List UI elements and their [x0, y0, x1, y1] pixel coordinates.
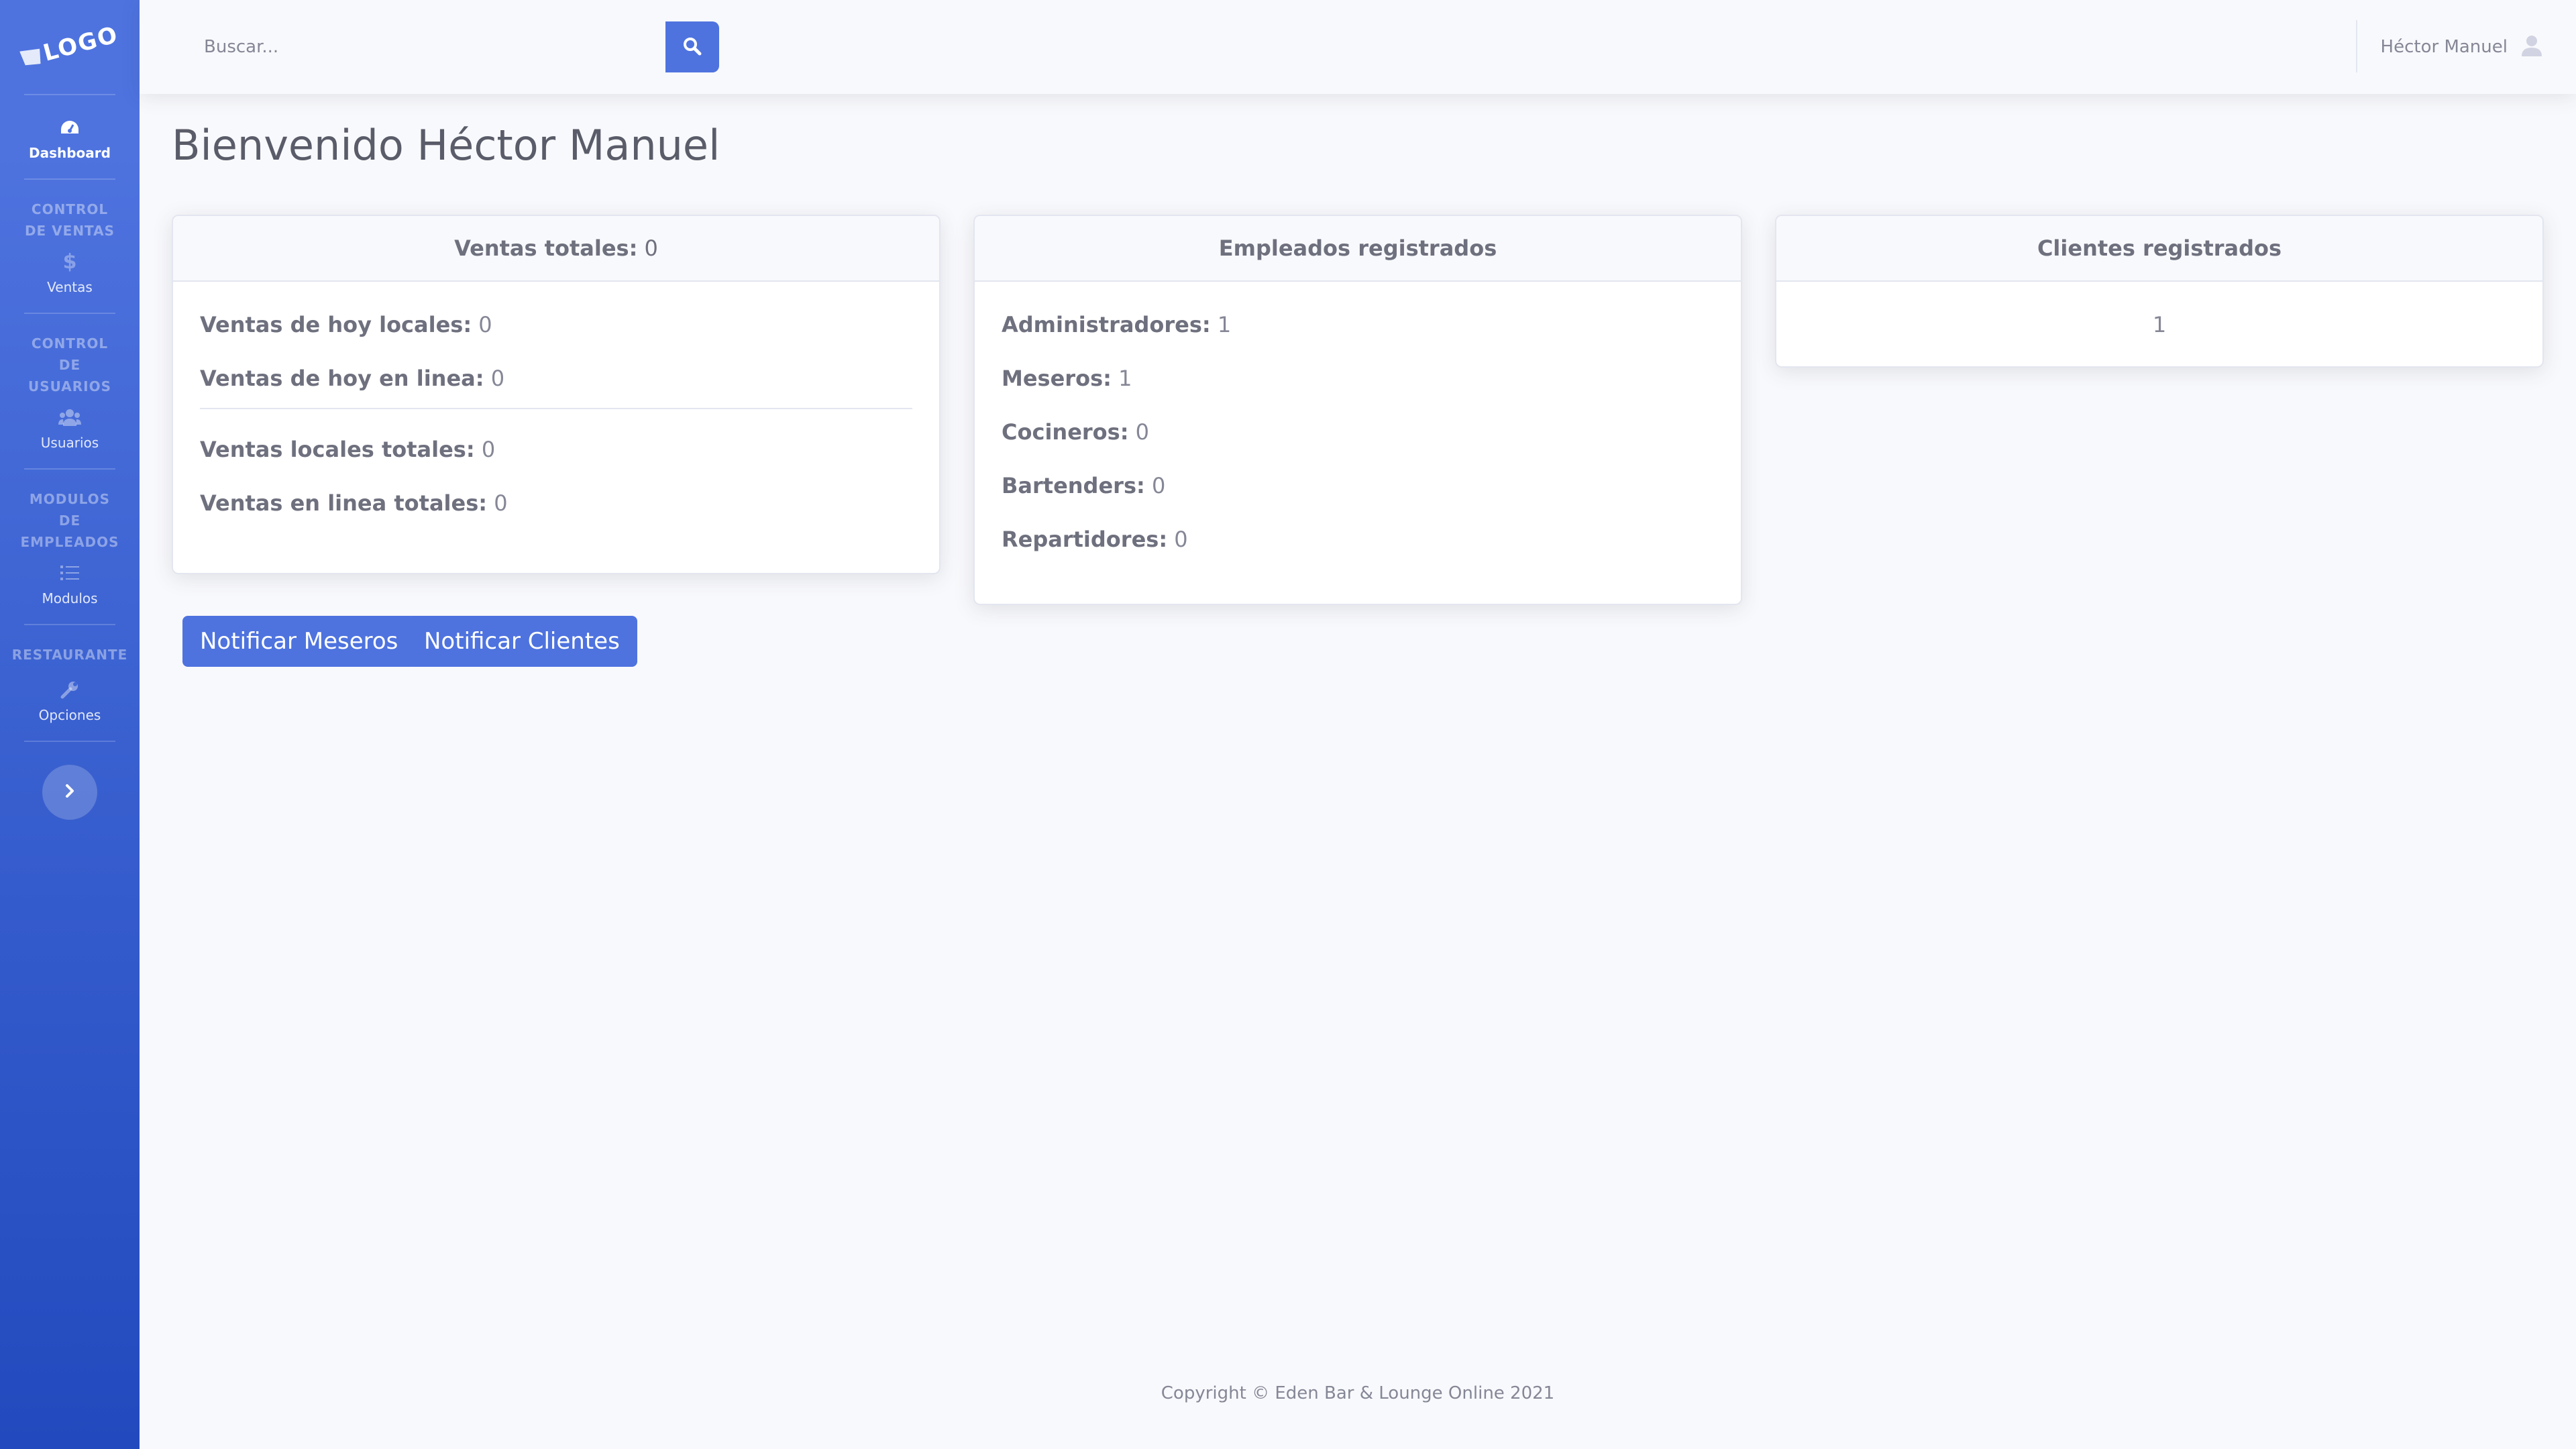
card-divider: [200, 408, 912, 409]
sidebar-heading-modulos: MODULOS DE EMPLEADOS: [20, 491, 119, 550]
ventas-row: Ventas de hoy locales: 0: [200, 307, 912, 361]
empleados-row: Bartenders: 0: [1002, 468, 1714, 522]
topbar: Héctor Manuel: [140, 0, 2576, 94]
clientes-card-body: 1: [1776, 282, 2542, 356]
sidebar-heading-usuarios: CONTROL DE USUARIOS: [28, 335, 111, 394]
flag-icon: [19, 46, 44, 68]
clientes-header: Clientes registrados: [2037, 235, 2282, 261]
clientes-card-header: Clientes registrados: [1776, 216, 2542, 282]
row-value: 0: [494, 490, 508, 516]
search-button[interactable]: [665, 21, 719, 72]
topbar-divider: [2356, 20, 2357, 72]
empleados-row: Meseros: 1: [1002, 361, 1714, 415]
user-name: Héctor Manuel: [2380, 37, 2508, 57]
row-label: Bartenders:: [1002, 473, 1145, 498]
empleados-header: Empleados registrados: [1218, 235, 1497, 261]
row-value: 0: [490, 366, 505, 391]
empleados-card: Empleados registrados Administradores: 1…: [973, 215, 1742, 605]
search-input[interactable]: [181, 21, 665, 72]
sidebar-item-label: Modulos: [42, 590, 98, 606]
user-avatar-icon: [2521, 35, 2542, 59]
clientes-card: Clientes registrados 1: [1775, 215, 2544, 368]
sidebar-toggle-button[interactable]: [42, 765, 97, 820]
ventas-row: Ventas en linea totales: 0: [200, 486, 912, 539]
row-label: Ventas de hoy en linea:: [200, 366, 484, 391]
ventas-row: Ventas de hoy en linea: 0: [200, 361, 912, 402]
ventas-card-header: Ventas totales: 0: [173, 216, 939, 282]
ventas-card: Ventas totales: 0 Ventas de hoy locales:…: [172, 215, 941, 574]
tachometer-icon: [60, 115, 80, 140]
logo-text: LOGO: [40, 21, 121, 67]
notificar-meseros-button[interactable]: Notificar Meseros: [182, 616, 416, 667]
row-label: Repartidores:: [1002, 527, 1168, 552]
chevron-right-icon: [64, 783, 76, 802]
row-value: 0: [481, 437, 496, 462]
sidebar-item-dashboard[interactable]: Dashboard: [0, 95, 140, 178]
ventas-header-value: 0: [644, 235, 658, 261]
sidebar-item-label: Ventas: [47, 279, 93, 295]
sidebar-divider: [24, 741, 115, 742]
sidebar-heading-ventas: CONTROL DE VENTAS: [24, 201, 115, 239]
sidebar-item-label: Usuarios: [40, 435, 99, 451]
user-menu[interactable]: Héctor Manuel: [2381, 0, 2542, 94]
sidebar-item-ventas[interactable]: $ Ventas: [0, 241, 140, 313]
row-label: Administradores:: [1002, 312, 1211, 337]
footer-copyright: Copyright © Eden Bar & Lounge Online 202…: [1161, 1383, 1555, 1403]
ventas-row: Ventas locales totales: 0: [200, 432, 912, 486]
row-label: Ventas locales totales:: [200, 437, 475, 462]
row-label: Ventas de hoy locales:: [200, 312, 472, 337]
row-value: 0: [1151, 473, 1166, 498]
row-value: 1: [1118, 366, 1132, 391]
sidebar-item-modulos[interactable]: Modulos: [0, 553, 140, 624]
empleados-row: Administradores: 1: [1002, 307, 1714, 361]
sidebar-item-label: Opciones: [38, 707, 101, 723]
empleados-card-header: Empleados registrados: [975, 216, 1741, 282]
dollar-icon: $: [62, 250, 77, 274]
page-title: Bienvenido Héctor Manuel: [172, 121, 720, 170]
brand-logo: LOGO: [18, 21, 121, 73]
sidebar-heading-restaurante: RESTAURANTE: [11, 647, 128, 663]
sidebar: LOGO Dashboard CONTROL DE VENTAS $ Venta…: [0, 0, 140, 1449]
ventas-card-body: Ventas de hoy locales: 0 Ventas de hoy e…: [173, 282, 939, 553]
empleados-row: Repartidores: 0: [1002, 522, 1714, 576]
row-label: Ventas en linea totales:: [200, 490, 488, 516]
sidebar-item-label: Dashboard: [29, 145, 111, 161]
clientes-count: 1: [2152, 312, 2167, 337]
sidebar-item-opciones[interactable]: Opciones: [0, 665, 140, 741]
row-label: Meseros:: [1002, 366, 1112, 391]
search-form: [181, 21, 719, 72]
sidebar-item-usuarios[interactable]: Usuarios: [0, 397, 140, 468]
users-icon: [58, 405, 81, 429]
row-value: 0: [478, 312, 492, 337]
row-value: 0: [1174, 527, 1188, 552]
ventas-header-label: Ventas totales:: [454, 235, 638, 261]
row-value: 0: [1135, 419, 1150, 445]
empleados-card-body: Administradores: 1 Meseros: 1 Cocineros:…: [975, 282, 1741, 589]
search-icon: [683, 37, 702, 58]
row-label: Cocineros:: [1002, 419, 1129, 445]
wrench-icon: [60, 678, 79, 702]
empleados-row: Cocineros: 0: [1002, 415, 1714, 468]
list-icon: [60, 561, 79, 585]
row-value: 1: [1217, 312, 1232, 337]
notificar-clientes-button[interactable]: Notificar Clientes: [407, 616, 637, 667]
brand[interactable]: LOGO: [0, 0, 140, 94]
